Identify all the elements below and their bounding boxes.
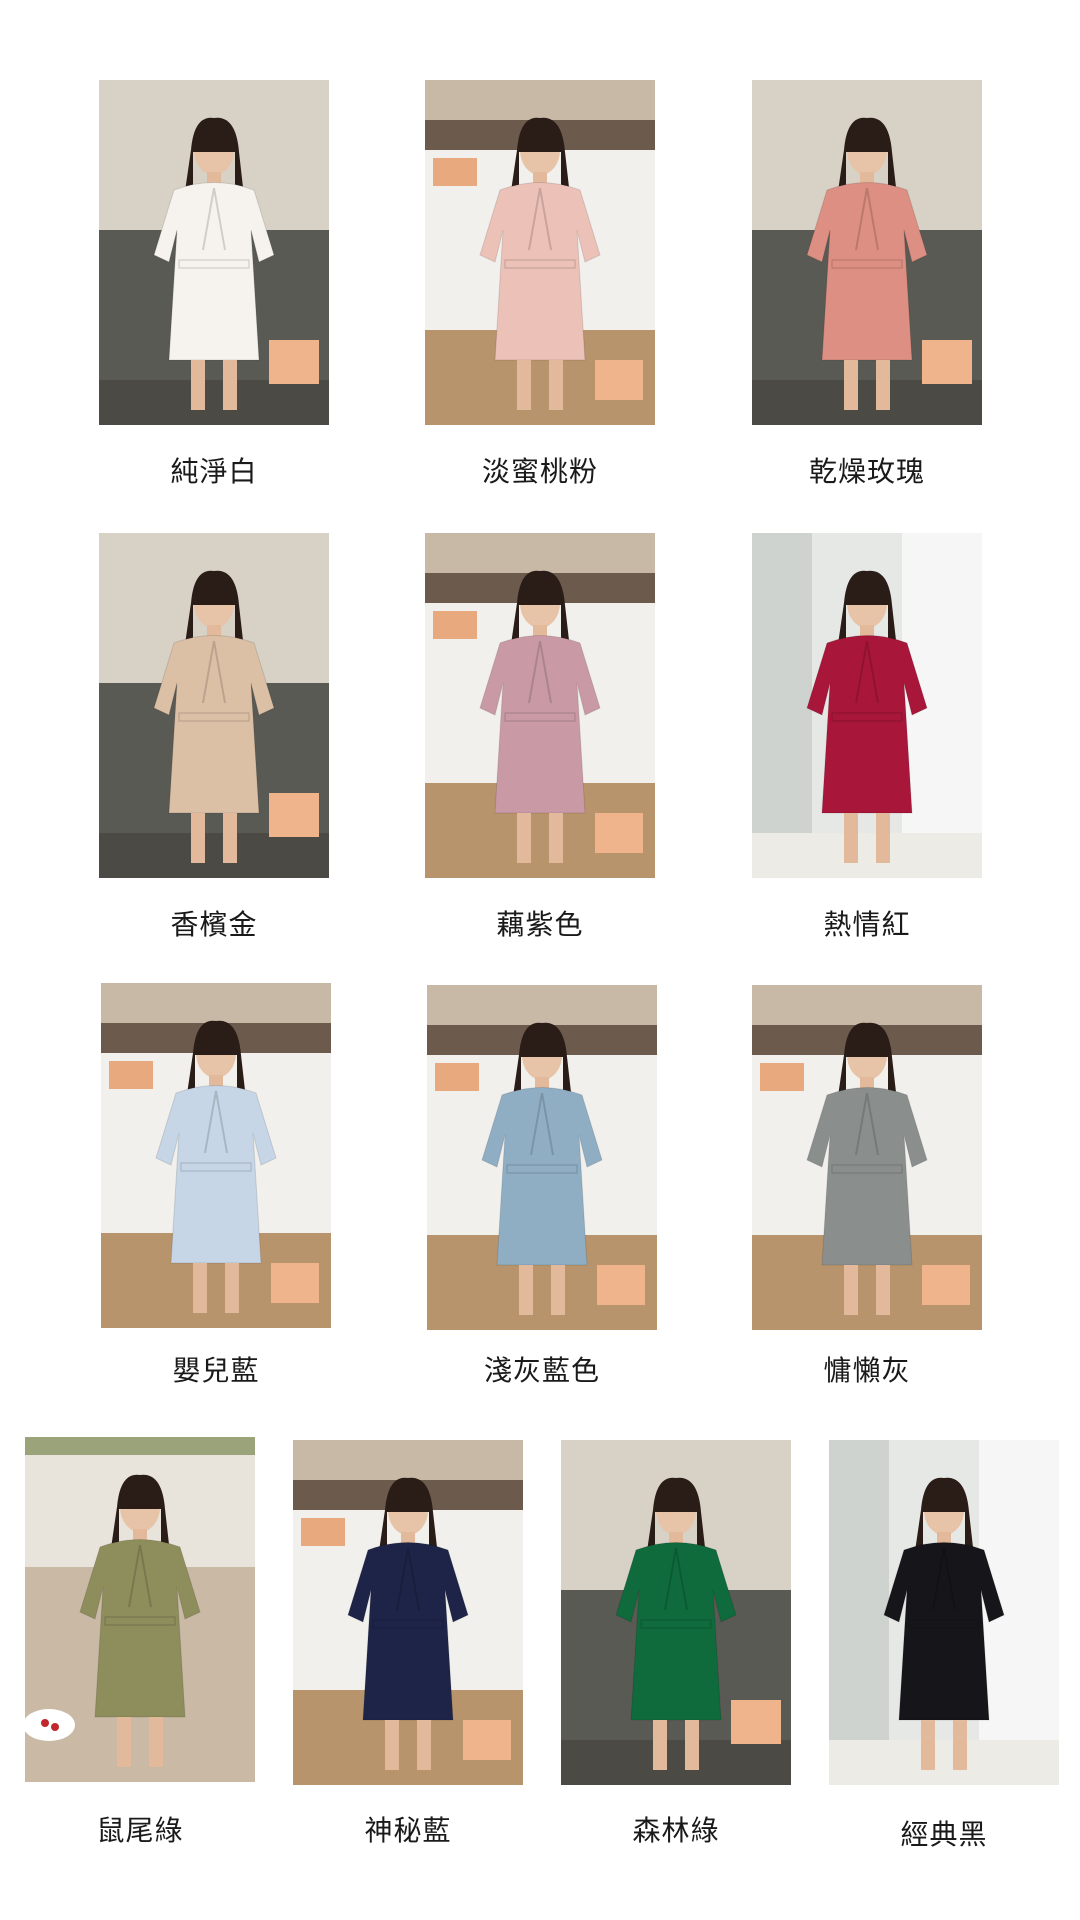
model-illustration xyxy=(425,80,655,425)
product-photo xyxy=(99,80,329,425)
model-illustration xyxy=(427,985,657,1330)
product-label: 香檳金 xyxy=(170,908,258,941)
product-photo xyxy=(427,985,657,1330)
product-label: 鼠尾綠 xyxy=(96,1814,184,1847)
product-label: 神秘藍 xyxy=(364,1814,452,1847)
product-photo xyxy=(99,533,329,878)
model-illustration xyxy=(829,1440,1059,1785)
product-label: 嬰兒藍 xyxy=(172,1354,260,1387)
model-illustration xyxy=(25,1437,255,1782)
product-photo xyxy=(561,1440,791,1785)
product-label: 慵懶灰 xyxy=(823,1354,911,1387)
model-illustration xyxy=(99,533,329,878)
product-photo xyxy=(425,80,655,425)
model-illustration xyxy=(752,80,982,425)
product-photo xyxy=(425,533,655,878)
product-photo xyxy=(829,1440,1059,1785)
model-illustration xyxy=(752,985,982,1330)
product-photo xyxy=(25,1437,255,1782)
product-label: 藕紫色 xyxy=(496,908,584,941)
product-label: 森林綠 xyxy=(632,1814,720,1847)
model-illustration xyxy=(752,533,982,878)
product-photo xyxy=(293,1440,523,1785)
model-illustration xyxy=(99,80,329,425)
product-photo xyxy=(752,985,982,1330)
product-photo xyxy=(752,80,982,425)
product-photo xyxy=(101,983,331,1328)
product-label: 淺灰藍色 xyxy=(483,1354,600,1387)
product-label: 熱情紅 xyxy=(823,908,911,941)
product-label: 淡蜜桃粉 xyxy=(481,455,598,488)
product-photo xyxy=(752,533,982,878)
product-label: 純淨白 xyxy=(170,455,258,488)
model-illustration xyxy=(425,533,655,878)
product-label: 經典黑 xyxy=(900,1818,988,1851)
model-illustration xyxy=(293,1440,523,1785)
product-label: 乾燥玫瑰 xyxy=(808,455,925,488)
model-illustration xyxy=(561,1440,791,1785)
model-illustration xyxy=(101,983,331,1328)
